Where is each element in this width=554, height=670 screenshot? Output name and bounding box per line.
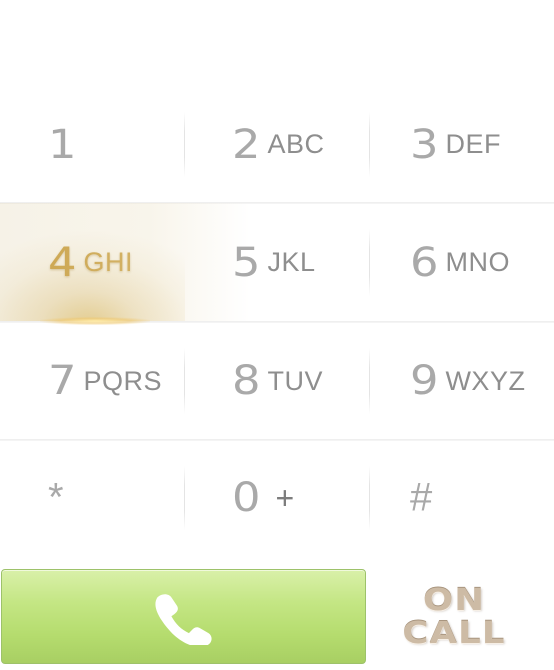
logo-line-2: CALL xyxy=(402,616,506,651)
keypad-row: 7 PQRS 8 TUV 9 WXYZ xyxy=(0,322,554,440)
key-digit: 4 xyxy=(48,239,77,286)
key-8[interactable]: 8 TUV xyxy=(185,322,370,440)
phone-icon xyxy=(154,593,212,645)
press-glow xyxy=(40,317,150,325)
key-letters: WXYZ xyxy=(445,365,526,396)
key-letters: GHI xyxy=(83,247,133,277)
key-1[interactable]: 1 xyxy=(0,86,185,203)
key-digit: 8 xyxy=(232,358,261,404)
key-letters: ABC xyxy=(267,129,325,159)
key-letters: JKL xyxy=(267,247,316,277)
key-5[interactable]: 5 JKL xyxy=(185,203,370,322)
key-digit: 2 xyxy=(232,121,261,168)
number-display xyxy=(0,0,554,86)
key-digit: 1 xyxy=(48,121,77,168)
keypad-row: * 0 + # xyxy=(0,440,554,556)
logo-line-1: ON xyxy=(422,583,486,618)
key-digit: 9 xyxy=(410,358,439,404)
call-button[interactable] xyxy=(1,569,366,664)
key-digit: 7 xyxy=(48,358,77,404)
key-digit: 0 xyxy=(232,475,261,521)
key-3[interactable]: 3 DEF xyxy=(370,86,554,203)
keypad-row: 1 2 ABC 3 DEF xyxy=(0,86,554,203)
dialpad: 1 2 ABC 3 DEF 4 GHI 5 JKL 6 MNO 7 PQRS 8… xyxy=(0,86,554,556)
key-digit: 6 xyxy=(410,239,439,286)
key-2[interactable]: 2 ABC xyxy=(185,86,370,203)
oncall-logo: ON CALL xyxy=(388,584,520,650)
key-0[interactable]: 0 + xyxy=(185,440,370,556)
keypad-row: 4 GHI 5 JKL 6 MNO xyxy=(0,203,554,325)
key-star[interactable]: * xyxy=(0,440,185,556)
key-letters: PQRS xyxy=(83,365,162,396)
key-digit: # xyxy=(410,475,433,520)
key-7[interactable]: 7 PQRS xyxy=(0,322,185,440)
key-9[interactable]: 9 WXYZ xyxy=(370,322,554,440)
key-letters: TUV xyxy=(267,365,323,396)
key-letters: DEF xyxy=(445,129,501,159)
key-digit: 5 xyxy=(232,239,261,286)
key-hash[interactable]: # xyxy=(370,440,554,556)
key-letters: MNO xyxy=(445,247,510,277)
key-digit: 3 xyxy=(410,121,439,168)
key-plus: + xyxy=(275,479,295,516)
key-digit: * xyxy=(48,475,64,520)
key-6[interactable]: 6 MNO xyxy=(370,203,554,322)
key-4[interactable]: 4 GHI xyxy=(0,203,250,325)
